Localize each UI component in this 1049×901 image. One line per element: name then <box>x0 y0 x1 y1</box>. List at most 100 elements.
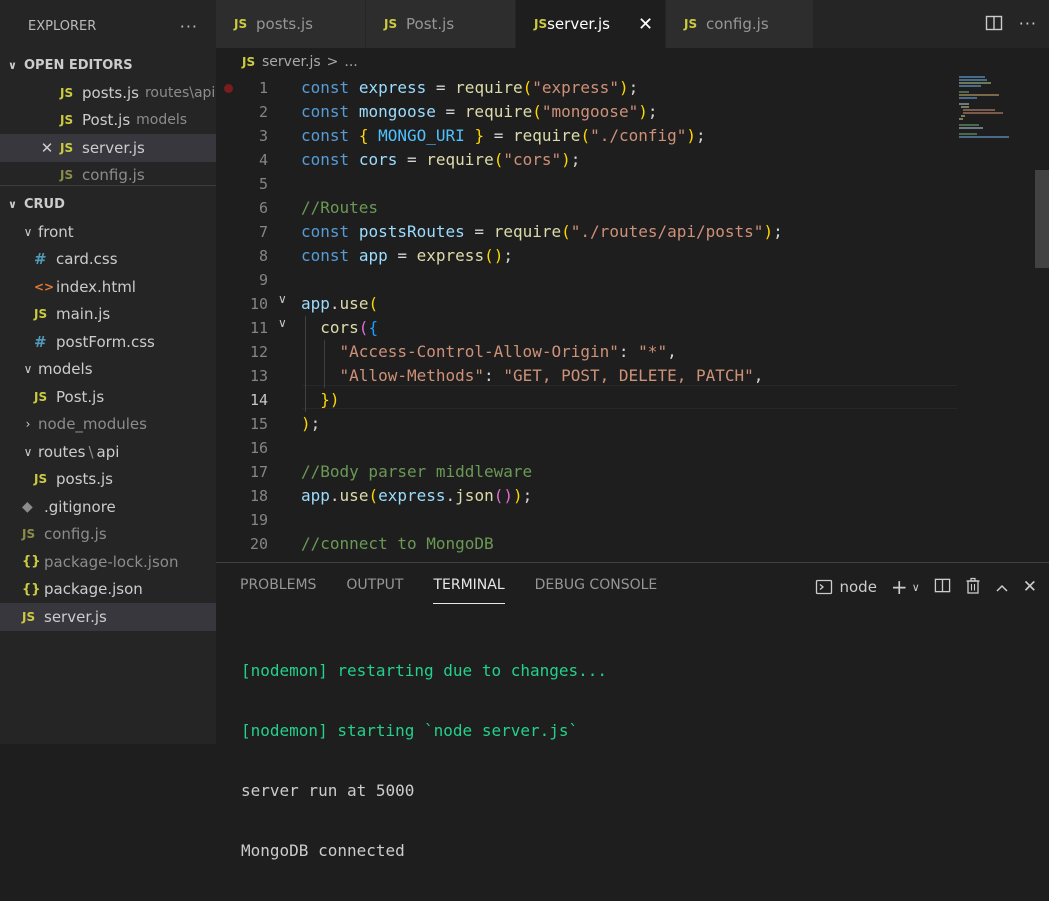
chevron-down-icon: ∨ <box>8 59 17 72</box>
current-line-highlight <box>302 385 957 409</box>
close-tab-icon[interactable]: ✕ <box>638 14 653 35</box>
maximize-panel-icon[interactable] <box>995 578 1009 597</box>
code-line: const { MONGO_URI } = require("./config"… <box>301 126 706 145</box>
open-editor-server[interactable]: ✕ JS server.js <box>0 134 216 162</box>
folder-front[interactable]: ∨ front <box>0 218 216 246</box>
line-number: 9 <box>258 271 268 289</box>
tab-output[interactable]: OUTPUT <box>346 577 403 603</box>
js-file-icon: JS <box>34 389 48 404</box>
tab-terminal[interactable]: TERMINAL <box>433 577 505 604</box>
terminal-line: [nodemon] restarting due to changes... <box>241 661 608 680</box>
minimap[interactable] <box>959 76 1029 146</box>
line-number: 17 <box>249 463 268 481</box>
tab-posts-js[interactable]: JS posts.js <box>216 0 366 48</box>
file-post-js[interactable]: JS Post.js <box>0 383 216 411</box>
close-icon[interactable]: ✕ <box>34 139 60 157</box>
js-file-icon: JS <box>22 527 36 542</box>
more-actions-icon[interactable]: ··· <box>180 17 198 36</box>
file-main-js[interactable]: JS main.js <box>0 301 216 329</box>
js-file-icon: JS <box>384 17 398 31</box>
fold-chevron-icon[interactable]: ∨ <box>278 292 287 306</box>
line-number: 1 <box>258 79 268 97</box>
terminal-line: [nodemon] starting `node server.js` <box>241 721 579 740</box>
tab-actions: ··· <box>985 14 1037 36</box>
folder-models[interactable]: ∨ models <box>0 356 216 384</box>
js-file-icon: JS <box>34 307 48 322</box>
js-file-icon: JS <box>684 17 698 31</box>
file-gitignore[interactable]: ◆ .gitignore <box>0 493 216 521</box>
split-terminal-icon[interactable] <box>934 577 951 598</box>
chevron-down-icon[interactable]: ∨ <box>912 581 920 594</box>
explorer-header: EXPLORER ··· <box>0 0 216 52</box>
folder-node-modules[interactable]: › node_modules <box>0 411 216 439</box>
file-posts-js[interactable]: JS posts.js <box>0 466 216 494</box>
line-number: 15 <box>249 415 268 433</box>
open-editor-post[interactable]: JS Post.js models <box>0 107 216 135</box>
code-line: const cors = require("cors"); <box>301 150 581 169</box>
line-number: 18 <box>249 487 268 505</box>
js-file-icon: JS <box>60 168 74 183</box>
close-panel-icon[interactable]: ✕ <box>1023 577 1037 597</box>
breadcrumb-file[interactable]: server.js <box>262 54 321 70</box>
js-file-icon: JS <box>242 55 256 69</box>
file-postform-css[interactable]: # postForm.css <box>0 328 216 356</box>
js-file-icon: JS <box>34 472 48 487</box>
split-editor-icon[interactable] <box>985 14 1003 36</box>
breadcrumb: JS server.js > ... <box>216 48 1049 76</box>
line-number: 2 <box>258 103 268 121</box>
file-package-lock-json[interactable]: {} package-lock.json <box>0 548 216 576</box>
line-number: 16 <box>249 439 268 457</box>
tab-debug-console[interactable]: DEBUG CONSOLE <box>535 577 658 603</box>
explorer-title: EXPLORER <box>28 18 97 34</box>
line-number: 20 <box>249 535 268 553</box>
panel-actions: node + ∨ ✕ <box>815 575 1037 599</box>
terminal-icon <box>816 579 833 595</box>
bottom-panel: PROBLEMS OUTPUT TERMINAL DEBUG CONSOLE n… <box>216 562 1049 860</box>
code-line: ); <box>301 414 321 433</box>
tab-server-js[interactable]: JS server.js ✕ <box>516 0 666 48</box>
fold-chevron-icon[interactable]: ∨ <box>278 316 287 330</box>
add-terminal-icon[interactable]: + <box>891 575 908 599</box>
js-file-icon: JS <box>60 85 74 100</box>
terminal-selector[interactable]: node <box>815 578 877 596</box>
more-actions-icon[interactable]: ··· <box>1019 14 1037 36</box>
tab-config-js[interactable]: JS config.js <box>666 0 814 48</box>
editor-tabs: JS posts.js JS Post.js JS server.js ✕ JS… <box>216 0 1049 48</box>
section-divider <box>0 185 216 186</box>
code-line: "Allow-Methods": "GET, POST, DELETE, PAT… <box>339 366 764 385</box>
line-number: 13 <box>249 367 268 385</box>
folder-routes-api[interactable]: ∨ routes \ api <box>0 438 216 466</box>
code-line: "Access-Control-Allow-Origin": "*", <box>339 342 677 361</box>
project-section[interactable]: ∨ CRUD <box>0 191 216 218</box>
tab-post-js[interactable]: JS Post.js <box>366 0 516 48</box>
css-file-icon: # <box>34 250 47 269</box>
line-number: 5 <box>258 175 268 193</box>
open-editors-title: OPEN EDITORS <box>24 58 133 73</box>
json-file-icon: {} <box>22 581 41 597</box>
open-editors-section[interactable]: ∨ OPEN EDITORS <box>0 52 216 79</box>
chevron-down-icon: ∨ <box>8 198 17 211</box>
open-editor-posts[interactable]: JS posts.js routes\api <box>0 79 216 107</box>
code-line: const postsRoutes = require("./routes/ap… <box>301 222 783 241</box>
chevron-down-icon: ∨ <box>23 362 33 377</box>
js-file-icon: JS <box>234 17 248 31</box>
tab-problems[interactable]: PROBLEMS <box>240 577 316 603</box>
chevron-right-icon: › <box>25 417 31 432</box>
line-number: 10 <box>249 295 268 313</box>
breadcrumb-symbol[interactable]: ... <box>344 54 357 70</box>
line-number: 8 <box>258 247 268 265</box>
trash-icon[interactable] <box>965 577 981 598</box>
scrollbar-thumb[interactable] <box>1035 170 1049 268</box>
explorer-sidebar: EXPLORER ··· ∨ OPEN EDITORS JS posts.js … <box>0 0 216 744</box>
line-number: 7 <box>258 223 268 241</box>
js-file-icon: JS <box>60 113 74 128</box>
file-card-css[interactable]: # card.css <box>0 246 216 274</box>
file-config-js[interactable]: JS config.js <box>0 521 216 549</box>
file-package-json[interactable]: {} package.json <box>0 576 216 604</box>
file-index-html[interactable]: <> index.html <box>0 273 216 301</box>
file-server-js[interactable]: JS server.js <box>0 603 216 631</box>
terminal-output[interactable]: [nodemon] restarting due to changes... [… <box>241 621 607 901</box>
vertical-scrollbar[interactable] <box>1035 76 1049 562</box>
code-editor[interactable]: ∨ ∨ 123456789101112131415161718192021 co… <box>216 76 1049 562</box>
code-line: }) <box>320 390 340 409</box>
